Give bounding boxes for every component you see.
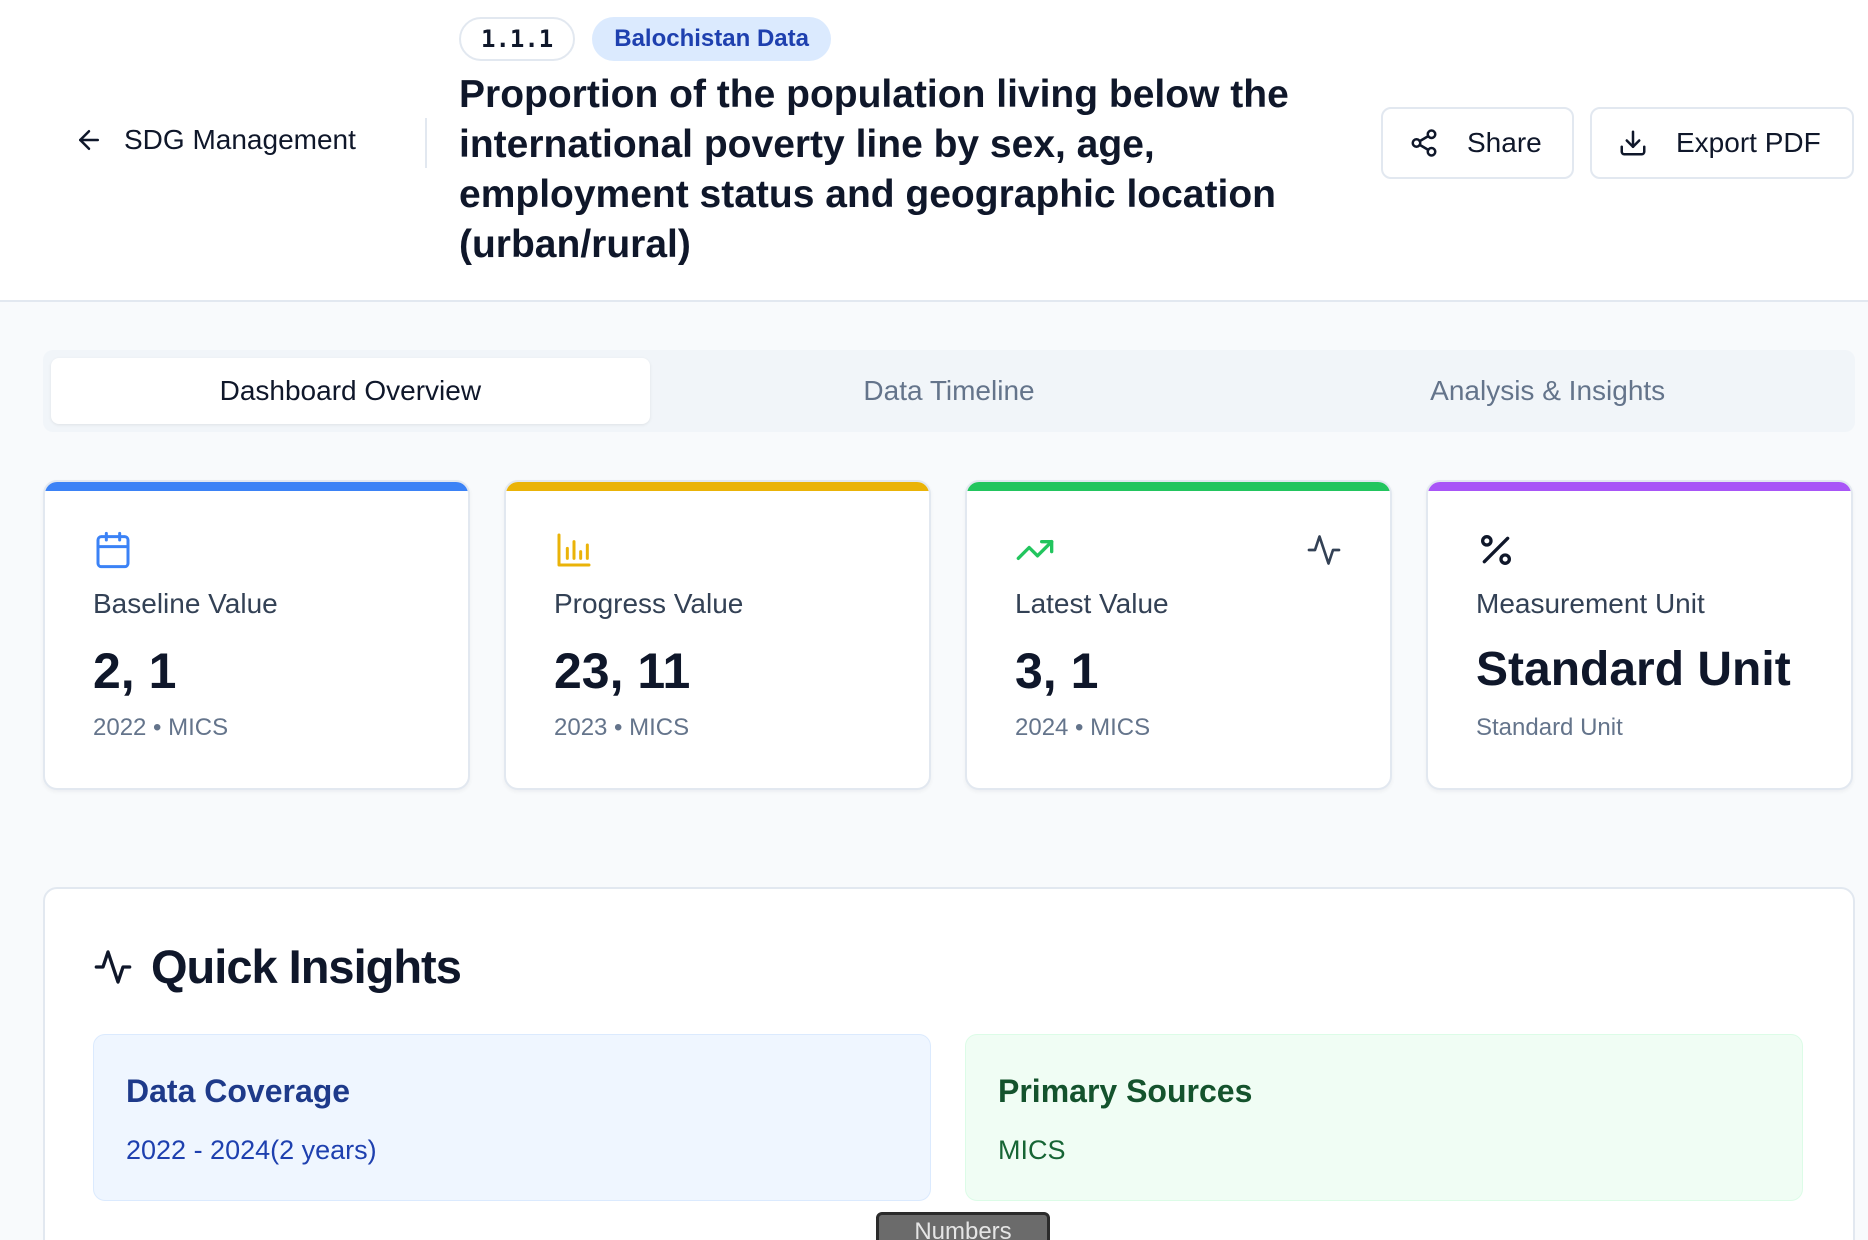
primary-sources-value: MICS bbox=[998, 1135, 1066, 1165]
card-accent-bar bbox=[1428, 482, 1851, 491]
card-value: 2, 1 bbox=[93, 643, 177, 699]
page-title: Proportion of the population living belo… bbox=[459, 73, 1289, 266]
share-icon bbox=[1411, 129, 1437, 157]
baseline-value-card: Baseline Value 2, 1 2022 • MICS bbox=[43, 480, 470, 790]
quick-insights-title: Quick Insights bbox=[151, 940, 462, 993]
card-value: 23, 11 bbox=[554, 643, 691, 699]
card-value: Standard Unit bbox=[1476, 643, 1791, 696]
trending-up-icon bbox=[1015, 530, 1055, 570]
calendar-icon bbox=[93, 530, 133, 570]
measurement-unit-card: Measurement Unit Standard Unit Standard … bbox=[1426, 480, 1853, 790]
header-divider bbox=[425, 118, 427, 168]
bar-chart-icon bbox=[554, 530, 594, 570]
data-coverage-box: Data Coverage 2022 - 2024(2 years) bbox=[93, 1034, 931, 1201]
card-meta: 2023 • MICS bbox=[554, 714, 690, 741]
data-coverage-title: Data Coverage bbox=[126, 1073, 351, 1109]
percent-icon bbox=[1476, 530, 1516, 570]
export-pdf-button-label: Export PDF bbox=[1676, 127, 1821, 158]
region-badge: Balochistan Data bbox=[592, 17, 831, 61]
card-meta: 2024 • MICS bbox=[1015, 714, 1151, 741]
card-label: Progress Value bbox=[554, 588, 744, 619]
activity-icon bbox=[94, 949, 132, 984]
tab-data-timeline[interactable]: Data Timeline bbox=[650, 358, 1249, 424]
numbers-tooltip: Numbers bbox=[876, 1212, 1050, 1240]
quick-insights-header: Quick Insights bbox=[93, 939, 462, 994]
share-button-label: Share bbox=[1467, 127, 1542, 158]
card-meta: 2022 • MICS bbox=[93, 714, 229, 741]
share-button[interactable]: Share bbox=[1381, 107, 1574, 179]
indicator-badges: 1.1.1 Balochistan Data bbox=[459, 17, 831, 61]
card-meta: Standard Unit bbox=[1476, 714, 1623, 741]
primary-sources-box: Primary Sources MICS bbox=[965, 1034, 1803, 1201]
tab-dashboard-overview[interactable]: Dashboard Overview bbox=[51, 358, 650, 424]
indicator-code-badge: 1.1.1 bbox=[459, 17, 576, 61]
card-label: Measurement Unit bbox=[1476, 588, 1705, 619]
back-to-sdg-management-link[interactable]: SDG Management bbox=[74, 124, 356, 156]
progress-value-card: Progress Value 23, 11 2023 • MICS bbox=[504, 480, 931, 790]
export-pdf-button[interactable]: Export PDF bbox=[1590, 107, 1854, 179]
card-accent-bar bbox=[45, 482, 468, 491]
download-icon bbox=[1620, 130, 1646, 156]
latest-value-card: Latest Value 3, 1 2024 • MICS bbox=[965, 480, 1392, 790]
card-accent-bar bbox=[506, 482, 929, 491]
primary-sources-title: Primary Sources bbox=[998, 1073, 1253, 1109]
quick-insights-panel: Quick Insights Data Coverage 2022 - 2024… bbox=[43, 887, 1855, 1240]
back-link-label: SDG Management bbox=[124, 124, 356, 155]
card-value: 3, 1 bbox=[1015, 643, 1099, 699]
card-label: Latest Value bbox=[1015, 588, 1169, 619]
page-header: SDG Management 1.1.1 Balochistan Data Pr… bbox=[0, 0, 1868, 302]
arrow-left-icon bbox=[79, 130, 99, 150]
card-accent-bar bbox=[967, 482, 1390, 491]
view-tabs: Dashboard Overview Data Timeline Analysi… bbox=[43, 350, 1855, 432]
activity-icon bbox=[1306, 532, 1342, 568]
tab-analysis-insights[interactable]: Analysis & Insights bbox=[1248, 358, 1847, 424]
card-label: Baseline Value bbox=[93, 588, 278, 619]
data-coverage-value: 2022 - 2024(2 years) bbox=[126, 1135, 377, 1165]
